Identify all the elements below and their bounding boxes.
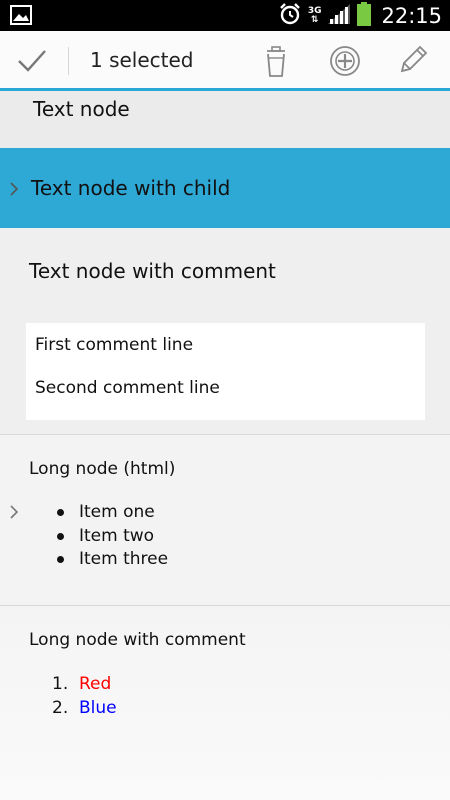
list-item[interactable]: Long node (html) Item one Item two Item … xyxy=(0,434,450,605)
alarm-icon xyxy=(278,2,302,30)
battery-icon xyxy=(357,1,372,30)
item-number: 1. xyxy=(52,674,69,694)
list-item[interactable]: Text node xyxy=(0,91,450,148)
node-label: Long node (html) xyxy=(29,459,176,479)
item-text-red: Red xyxy=(79,674,112,694)
contextual-action-bar: 1 selected xyxy=(0,31,450,91)
selection-count-title: 1 selected xyxy=(90,48,194,72)
bullet-list: Item one Item two Item three xyxy=(56,501,168,572)
chevron-right-icon[interactable] xyxy=(9,505,19,519)
item-number: 2. xyxy=(52,698,69,718)
node-label: Text node with comment xyxy=(29,259,276,283)
signal-icon xyxy=(327,3,351,29)
chevron-right-icon[interactable] xyxy=(9,182,19,196)
add-circle-icon[interactable] xyxy=(327,43,363,79)
bullet-item: Item one xyxy=(56,501,168,525)
divider xyxy=(68,47,69,75)
numbered-item: 1. Red xyxy=(52,672,117,696)
pencil-icon[interactable] xyxy=(394,43,430,79)
network-3g-icon: 3G ⇅ xyxy=(307,5,322,25)
status-bar: 3G ⇅ 22:15 xyxy=(0,0,450,31)
bullet-item: Item two xyxy=(56,525,168,549)
comment-box: First comment line Second comment line xyxy=(26,323,425,420)
comment-line: First comment line xyxy=(35,335,194,355)
comment-line: Second comment line xyxy=(35,378,220,398)
list-item[interactable]: Text node with comment First comment lin… xyxy=(0,228,450,434)
numbered-item: 2. Blue xyxy=(52,696,117,720)
node-label: Text node with child xyxy=(31,176,231,200)
clock: 22:15 xyxy=(381,3,442,28)
numbered-list: 1. Red 2. Blue xyxy=(52,672,117,720)
list-item-selected[interactable]: Text node with child xyxy=(0,148,450,228)
image-notification-icon xyxy=(10,5,32,29)
check-icon[interactable] xyxy=(14,45,50,77)
item-text-blue: Blue xyxy=(79,698,117,718)
node-list: Text node Text node with child Text node… xyxy=(0,91,450,800)
bullet-item: Item three xyxy=(56,548,168,572)
trash-icon[interactable] xyxy=(258,43,294,79)
node-label: Long node with comment xyxy=(29,630,246,650)
list-item[interactable]: Long node with comment 1. Red 2. Blue xyxy=(0,605,450,800)
node-label: Text node xyxy=(33,97,130,121)
